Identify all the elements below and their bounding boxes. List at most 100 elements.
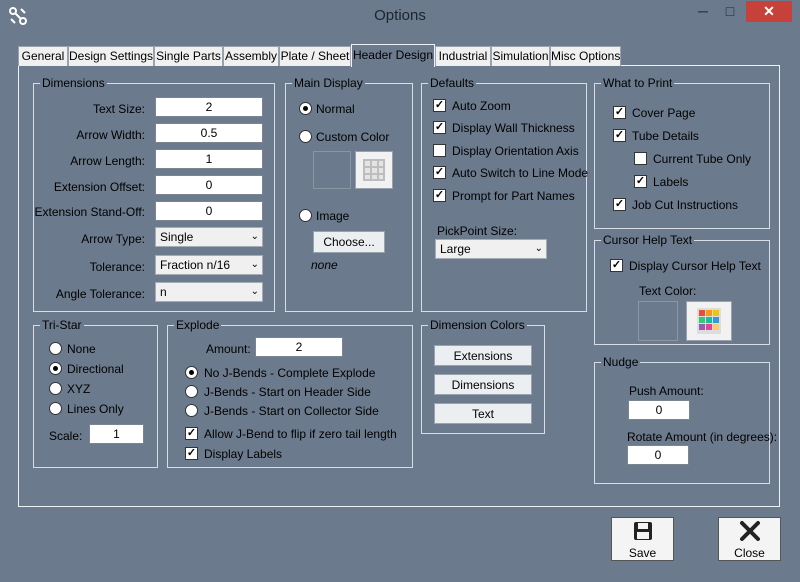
tri-star-directional-radio[interactable] [49, 362, 62, 375]
display-cursor-help-checkbox[interactable]: ✓ [610, 259, 623, 272]
normal-radio[interactable] [299, 102, 312, 115]
auto-zoom-checkbox[interactable]: ✓ [433, 99, 446, 112]
tri-star-xyz-label: XYZ [67, 382, 91, 396]
current-tube-only-checkbox[interactable] [634, 152, 647, 165]
custom-color-label: Custom Color [316, 130, 390, 144]
text-color-swatch [638, 301, 678, 341]
tri-star-group: Tri-Star None Directional XYZ Lines Only… [33, 318, 158, 468]
text-size-label: Text Size: [92, 102, 145, 116]
explode-amount-label: Amount: [206, 342, 251, 356]
choose-image-button[interactable]: Choose... [313, 231, 385, 253]
part-names-checkbox[interactable]: ✓ [433, 189, 446, 202]
no-jbends-radio[interactable] [185, 366, 198, 379]
line-mode-checkbox[interactable]: ✓ [433, 166, 446, 179]
dimensions-group: Dimensions Text Size: Arrow Width: Arrow… [33, 76, 275, 312]
explode-amount-input[interactable] [255, 337, 343, 357]
pickpoint-size-label: PickPoint Size: [437, 224, 518, 238]
what-to-print-group: What to Print ✓ Cover Page ✓ Tube Detail… [594, 76, 770, 229]
dimensions-color-button[interactable]: Dimensions [434, 374, 532, 395]
close-window-button[interactable]: ✕ [746, 1, 792, 22]
extension-offset-label: Extension Offset: [53, 180, 145, 194]
line-mode-label: Auto Switch to Line Mode [452, 166, 589, 180]
labels-checkbox[interactable]: ✓ [634, 175, 647, 188]
defaults-group: Defaults ✓ Auto Zoom ✓ Display Wall Thic… [421, 76, 589, 312]
push-amount-input[interactable] [628, 400, 690, 420]
maximize-button[interactable]: □ [717, 1, 743, 22]
job-cut-checkbox[interactable]: ✓ [613, 198, 626, 211]
tab-design-settings[interactable]: Design Settings [68, 46, 154, 66]
tolerance-select[interactable]: Fraction n/16 ⌄ [155, 255, 263, 275]
tri-star-directional-label: Directional [67, 362, 124, 376]
arrow-length-input[interactable] [155, 149, 263, 169]
orientation-axis-checkbox[interactable] [433, 144, 446, 157]
image-value: none [311, 258, 338, 272]
explode-group: Explode Amount: No J-Bends - Complete Ex… [167, 318, 413, 468]
push-amount-label: Push Amount: [629, 384, 704, 398]
text-size-input[interactable] [155, 97, 263, 117]
minimize-button[interactable]: ─ [690, 1, 716, 22]
extension-offset-input[interactable] [155, 175, 263, 195]
nudge-title: Nudge [601, 355, 641, 369]
scale-input[interactable] [89, 424, 144, 444]
no-jbends-label: No J-Bends - Complete Explode [204, 366, 376, 380]
rotate-amount-input[interactable] [627, 445, 689, 465]
text-color-picker-button[interactable] [686, 301, 732, 341]
angle-tolerance-value: n [160, 285, 167, 299]
text-color-button[interactable]: Text [434, 403, 532, 424]
extensions-color-button[interactable]: Extensions [434, 345, 532, 366]
close-button[interactable]: Close [718, 517, 781, 561]
wall-thickness-label: Display Wall Thickness [452, 121, 575, 135]
arrow-width-input[interactable] [155, 123, 263, 143]
tri-star-xyz-radio[interactable] [49, 382, 62, 395]
text-color-label: Text Color: [639, 284, 697, 298]
extension-standoff-input[interactable] [155, 201, 263, 221]
chevron-down-icon: ⌄ [250, 259, 259, 270]
save-icon [634, 522, 652, 540]
chevron-down-icon: ⌄ [250, 231, 259, 242]
cursor-help-group: Cursor Help Text ✓ Display Cursor Help T… [594, 233, 770, 345]
allow-flip-label: Allow J-Bend to flip if zero tail length [204, 427, 397, 441]
tab-assembly[interactable]: Assembly [223, 46, 279, 66]
tab-single-parts[interactable]: Single Parts [154, 46, 223, 66]
custom-color-radio[interactable] [299, 130, 312, 143]
cover-page-checkbox[interactable]: ✓ [613, 106, 626, 119]
tri-star-lines-only-radio[interactable] [49, 402, 62, 415]
display-color-picker-button[interactable] [355, 151, 393, 189]
tolerance-value: Fraction n/16 [160, 258, 231, 272]
color-grid-icon [363, 159, 385, 181]
tab-header-design[interactable]: Header Design [351, 44, 435, 67]
tab-industrial[interactable]: Industrial [435, 46, 491, 66]
labels-label: Labels [653, 175, 689, 189]
pickpoint-size-select[interactable]: Large ⌄ [435, 239, 547, 259]
wall-thickness-checkbox[interactable]: ✓ [433, 121, 446, 134]
save-button[interactable]: Save [611, 517, 674, 561]
orientation-axis-label: Display Orientation Axis [452, 144, 579, 158]
arrow-type-select[interactable]: Single ⌄ [155, 227, 263, 247]
dimension-colors-title: Dimension Colors [428, 318, 527, 332]
angle-tolerance-select[interactable]: n ⌄ [155, 282, 263, 302]
close-label: Close [734, 546, 765, 560]
tab-general[interactable]: General [18, 46, 68, 66]
tri-star-none-label: None [67, 342, 96, 356]
jbends-collector-radio[interactable] [185, 404, 198, 417]
jbends-header-radio[interactable] [185, 385, 198, 398]
part-names-label: Prompt for Part Names [452, 189, 575, 203]
tab-simulation[interactable]: Simulation [491, 46, 550, 66]
allow-flip-checkbox[interactable]: ✓ [185, 427, 198, 440]
pickpoint-size-value: Large [440, 242, 471, 256]
tube-details-checkbox[interactable]: ✓ [613, 129, 626, 142]
display-cursor-help-label: Display Cursor Help Text [629, 259, 761, 273]
tab-plate-sheet[interactable]: Plate / Sheet [279, 46, 351, 66]
tri-star-lines-only-label: Lines Only [67, 402, 124, 416]
auto-zoom-label: Auto Zoom [452, 99, 511, 113]
arrow-type-value: Single [160, 230, 194, 244]
tube-details-label: Tube Details [632, 129, 699, 143]
rotate-amount-label: Rotate Amount (in degrees): [627, 430, 778, 444]
tolerance-label: Tolerance: [89, 260, 145, 274]
display-labels-checkbox[interactable]: ✓ [185, 447, 198, 460]
image-radio[interactable] [299, 209, 312, 222]
nudge-group: Nudge Push Amount: Rotate Amount (in deg… [594, 355, 777, 484]
tab-misc-options[interactable]: Misc Options [550, 46, 621, 66]
tri-star-none-radio[interactable] [49, 342, 62, 355]
image-label: Image [316, 209, 350, 223]
